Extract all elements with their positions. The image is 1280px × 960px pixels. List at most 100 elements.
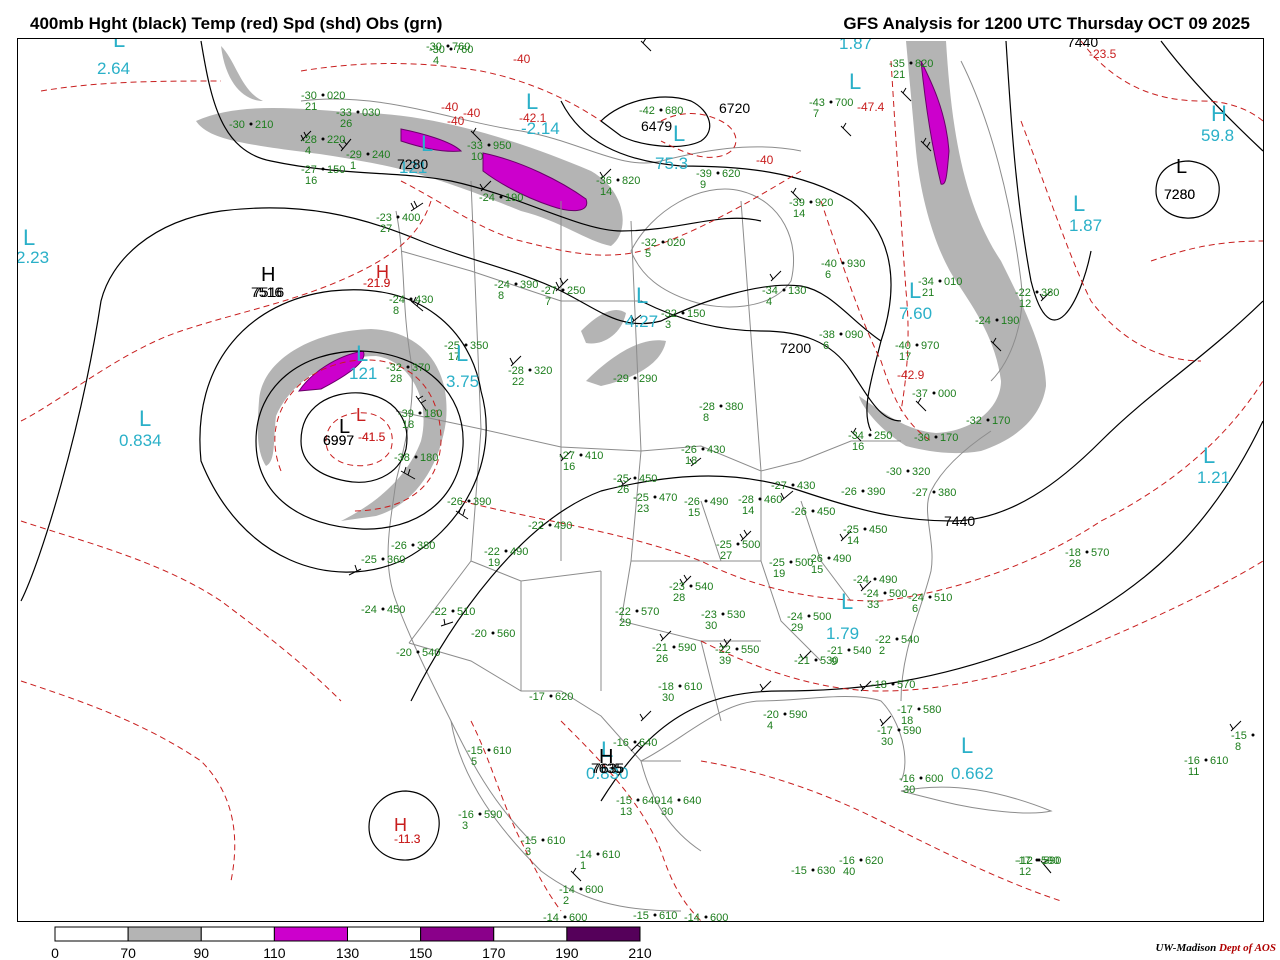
obs-height: 610	[547, 835, 565, 847]
center-letter: L	[841, 589, 853, 614]
obs-dewpoint-spread: 2	[563, 895, 569, 907]
height-contour-greenland	[1005, 40, 1263, 321]
station-obs: -37 000	[912, 388, 956, 400]
obs-temp: -20	[396, 647, 412, 659]
obs-height: 190	[1001, 315, 1019, 327]
obs-dewpoint-spread: 16	[852, 441, 864, 453]
obs-height: 180	[424, 408, 442, 420]
temperature-contour-label: -40	[513, 52, 531, 66]
station-dot	[487, 748, 491, 752]
obs-dewpoint-spread: 11	[1188, 766, 1199, 778]
obs-temp: -21	[794, 655, 810, 667]
obs-dewpoint-spread: 33	[867, 599, 879, 611]
station-dot	[928, 595, 932, 599]
obs-height: 640	[683, 795, 701, 807]
obs-height: 570	[897, 679, 915, 691]
station-dot	[735, 647, 739, 651]
wind-speed-scale: 0 70 90 110 130 150 170 190 210	[0, 924, 660, 960]
obs-temp: -24	[361, 604, 377, 616]
obs-temp: -30	[229, 119, 245, 131]
obs-height: 490	[554, 520, 572, 532]
center-value: 1.79	[826, 624, 859, 643]
obs-height: 490	[510, 546, 528, 558]
obs-dewpoint-spread: 3	[462, 820, 468, 832]
obs-height: 570	[1091, 547, 1109, 559]
center-letter: L	[1073, 191, 1085, 216]
chart-title-right: GFS Analysis for 1200 UTC Thursday OCT 0…	[843, 14, 1250, 33]
station-dot	[811, 509, 815, 513]
station-obs: -25 50027	[716, 539, 760, 562]
obs-dewpoint-spread: 12	[1019, 866, 1031, 878]
center-value: 75.3	[655, 154, 688, 173]
obs-height: 020	[667, 237, 685, 249]
station-obs: -22 490	[528, 520, 572, 532]
obs-temp: -42	[639, 105, 655, 117]
station-obs: -16 62040	[839, 855, 883, 878]
obs-dewpoint-spread: 15	[811, 564, 823, 576]
scale-swatch	[347, 926, 422, 942]
height-contour-label: 7280	[397, 156, 428, 172]
station-dot	[514, 282, 518, 286]
obs-height: 430	[797, 480, 815, 492]
center-letter: L	[909, 278, 921, 303]
obs-height: 360	[387, 554, 405, 566]
center-letter: H	[261, 264, 275, 286]
station-dot	[548, 523, 552, 527]
obs-height: 400	[402, 212, 420, 224]
station-obs: -17 59030	[877, 725, 921, 748]
obs-height: 590	[484, 809, 502, 821]
center-value: 4.27	[625, 312, 658, 331]
station-dot	[873, 577, 877, 581]
scale-label: 130	[336, 945, 360, 960]
obs-temp: -26	[841, 486, 857, 498]
temp-contour-greenland	[1020, 120, 1202, 362]
station-obs: -24 4308	[389, 294, 433, 317]
chart-title-left: 400mb Hght (black) Temp (red) Spd (shd) …	[30, 14, 443, 33]
obs-dewpoint-spread: 8	[498, 290, 504, 302]
station-dot	[672, 645, 676, 649]
obs-dewpoint-spread: 4	[433, 55, 439, 67]
obs-height: 620	[555, 691, 573, 703]
obs-dewpoint-spread: 29	[619, 617, 631, 629]
station-obs: -40 97017	[895, 340, 939, 363]
scale-swatch	[200, 926, 275, 942]
obs-height: 170	[940, 432, 958, 444]
station-obs: -24 3908	[494, 279, 538, 302]
obs-dewpoint-spread: 19	[488, 557, 500, 569]
obs-height: 610	[684, 681, 702, 693]
obs-height: 610	[1210, 755, 1228, 767]
station-dot	[633, 740, 637, 744]
station-dot	[863, 527, 867, 531]
station-obs: -14 600	[684, 912, 728, 921]
obs-height: 590	[1041, 855, 1059, 867]
obs-dewpoint-spread: 27	[380, 223, 392, 235]
pressure-center-cyan: L2.23	[18, 225, 49, 267]
station-obs: -17 59012	[1015, 855, 1059, 878]
station-dot	[791, 483, 795, 487]
obs-height: 680	[665, 105, 683, 117]
station-obs: -16 5903	[458, 809, 502, 832]
center-value: 1.87	[1069, 216, 1102, 235]
obs-temp: -20	[471, 628, 487, 640]
station-dot	[616, 178, 620, 182]
center-value: 3.75	[446, 372, 479, 391]
obs-dewpoint-spread: 14	[600, 186, 612, 198]
station-dot	[932, 490, 936, 494]
temperature-contour-label: -41.5	[358, 430, 386, 444]
center-value: 1.87	[839, 39, 872, 53]
station-dot	[861, 489, 865, 493]
state-lines-1	[408, 428, 642, 691]
station-dot	[938, 279, 942, 283]
scale-label: 190	[555, 945, 579, 960]
station-dot	[859, 858, 863, 862]
center-value: 2.23	[18, 248, 49, 267]
obs-dewpoint-spread: 39	[719, 655, 731, 667]
center-letter: L	[849, 69, 861, 94]
obs-temp: -37	[912, 388, 928, 400]
station-obs: -21 5409	[827, 645, 871, 668]
station-dot	[995, 318, 999, 322]
obs-height: 570	[641, 606, 659, 618]
obs-dewpoint-spread: 28	[390, 373, 402, 385]
obs-height: 090	[845, 329, 863, 341]
station-dot	[736, 542, 740, 546]
